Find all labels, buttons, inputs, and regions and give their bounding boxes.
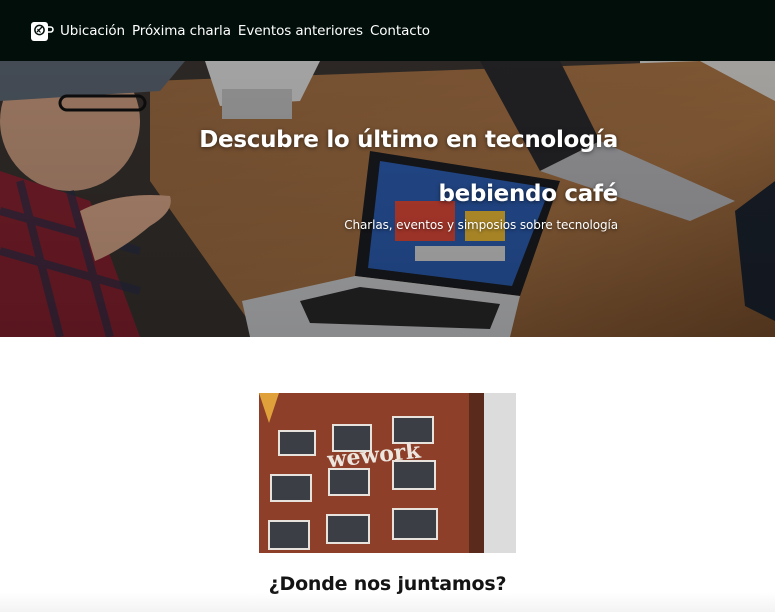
hero-subtitle: Charlas, eventos y simposios sobre tecno… (344, 218, 618, 232)
venue-photo: wework (259, 393, 516, 553)
nav-link-proxima-charla[interactable]: Próxima charla (132, 23, 231, 39)
nav-links: Ubicación Próxima charla Eventos anterio… (60, 23, 430, 39)
wework-building-image: wework (259, 393, 516, 553)
top-navbar: Ubicación Próxima charla Eventos anterio… (0, 0, 775, 61)
bottom-fade (0, 592, 775, 612)
hero-title: Descubre lo último en tecnología bebiend… (199, 127, 618, 207)
hero-banner: Descubre lo último en tecnología bebiend… (0, 61, 775, 337)
nav-link-ubicacion[interactable]: Ubicación (60, 23, 125, 39)
nav-link-eventos-anteriores[interactable]: Eventos anteriores (238, 23, 363, 39)
nav-link-contacto[interactable]: Contacto (370, 23, 430, 39)
coffee-cup-icon[interactable] (30, 19, 54, 43)
